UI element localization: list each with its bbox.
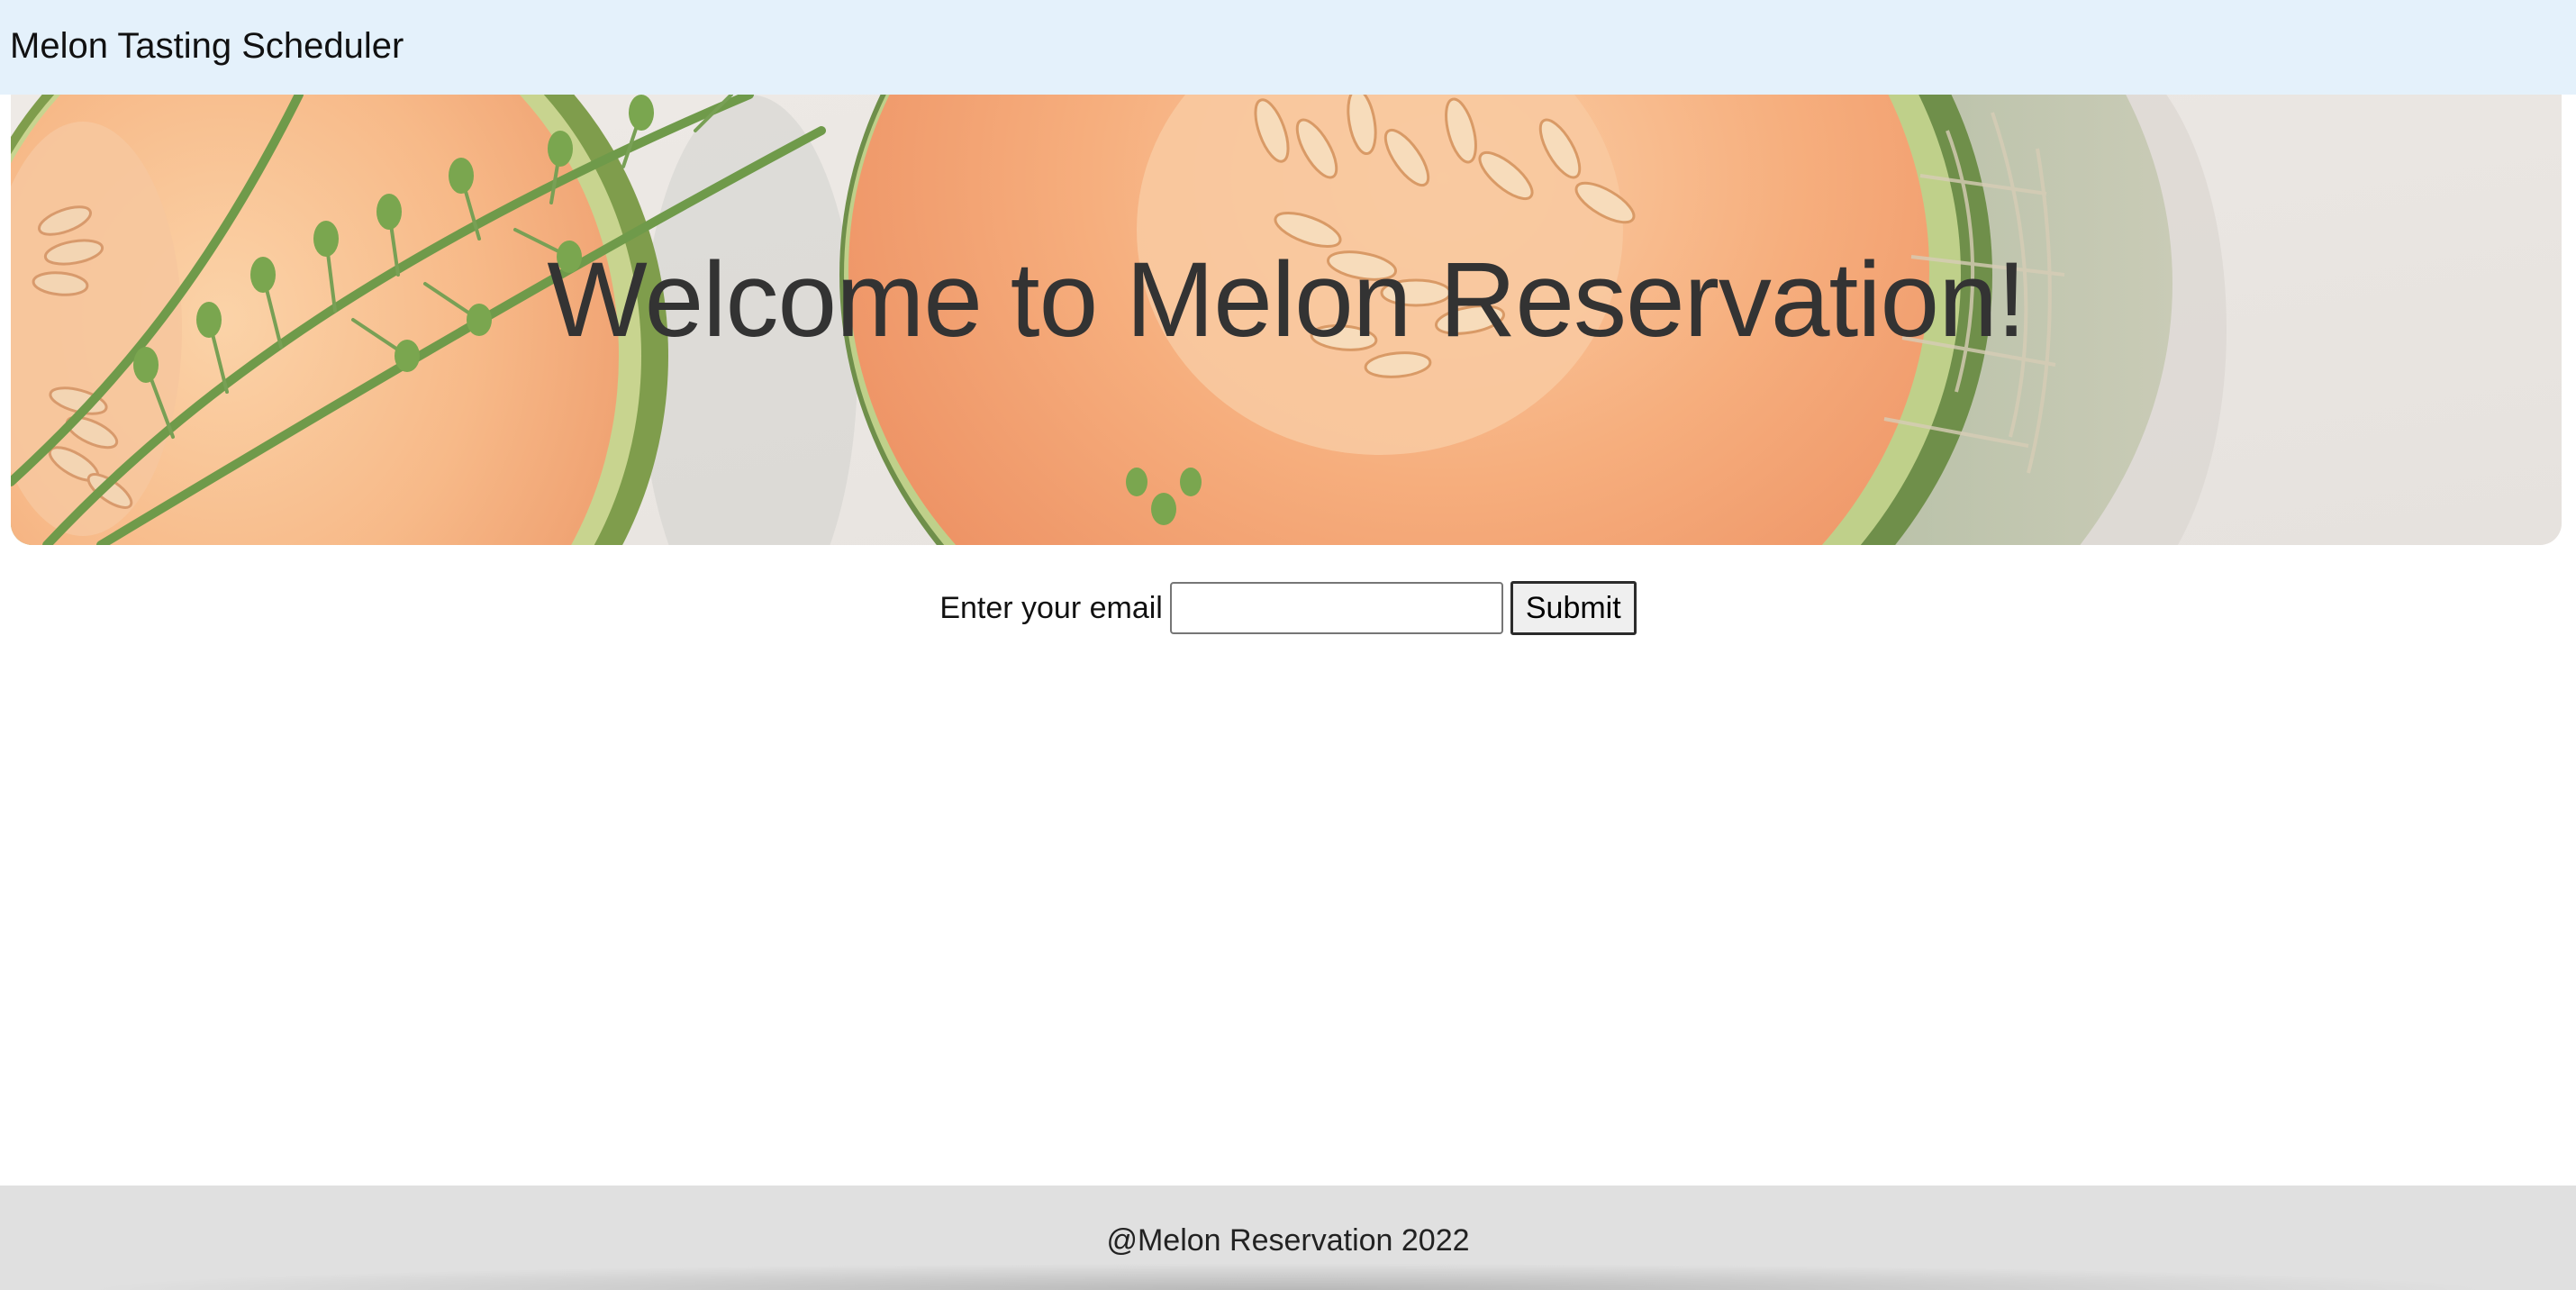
hero-title: Welcome to Melon Reservation! xyxy=(547,241,2026,359)
footer: @Melon Reservation 2022 xyxy=(0,1186,2576,1290)
hero-banner: Welcome to Melon Reservation! xyxy=(11,95,2562,545)
brand-title[interactable]: Melon Tasting Scheduler xyxy=(10,21,404,71)
top-navbar: Melon Tasting Scheduler xyxy=(0,0,2576,95)
email-label: Enter your email xyxy=(939,590,1163,625)
footer-text: @Melon Reservation 2022 xyxy=(1106,1223,1470,1258)
email-input[interactable] xyxy=(1169,582,1503,634)
submit-button[interactable]: Submit xyxy=(1510,581,1637,635)
footer-shadow xyxy=(72,1263,2504,1290)
email-form: Enter your email Submit xyxy=(0,580,2576,636)
